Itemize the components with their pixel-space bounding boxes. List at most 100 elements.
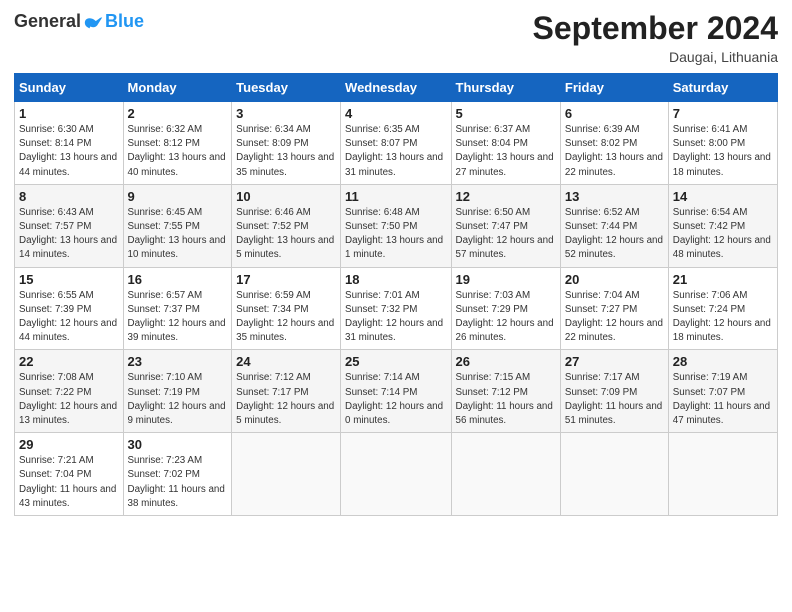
day-number: 28 [673, 354, 773, 369]
day-number: 5 [456, 106, 556, 121]
page: General Blue September 2024 Daugai, Lith… [0, 0, 792, 612]
day-info: Sunrise: 7:15 AMSunset: 7:12 PMDaylight:… [456, 372, 553, 426]
table-row: 13 Sunrise: 6:52 AMSunset: 7:44 PMDayligh… [560, 184, 668, 267]
day-info: Sunrise: 7:01 AMSunset: 7:32 PMDaylight:… [345, 290, 443, 344]
table-row: 16 Sunrise: 6:57 AMSunset: 7:37 PMDayligh… [123, 267, 232, 350]
day-number: 1 [19, 106, 119, 121]
day-info: Sunrise: 6:41 AMSunset: 8:00 PMDaylight:… [673, 124, 771, 178]
day-info: Sunrise: 7:04 AMSunset: 7:27 PMDaylight:… [565, 290, 663, 344]
day-number: 21 [673, 272, 773, 287]
day-number: 18 [345, 272, 446, 287]
table-row: 19 Sunrise: 7:03 AMSunset: 7:29 PMDayligh… [451, 267, 560, 350]
day-number: 22 [19, 354, 119, 369]
table-row [451, 433, 560, 516]
day-number: 3 [236, 106, 336, 121]
table-row: 20 Sunrise: 7:04 AMSunset: 7:27 PMDayligh… [560, 267, 668, 350]
logo-general: General [14, 11, 81, 32]
day-info: Sunrise: 7:08 AMSunset: 7:22 PMDaylight:… [19, 372, 117, 426]
day-number: 2 [128, 106, 228, 121]
day-info: Sunrise: 7:14 AMSunset: 7:14 PMDaylight:… [345, 372, 443, 426]
day-info: Sunrise: 6:39 AMSunset: 8:02 PMDaylight:… [565, 124, 663, 178]
day-number: 20 [565, 272, 664, 287]
day-info: Sunrise: 7:23 AMSunset: 7:02 PMDaylight:… [128, 455, 225, 509]
day-number: 25 [345, 354, 446, 369]
day-info: Sunrise: 6:54 AMSunset: 7:42 PMDaylight:… [673, 207, 771, 261]
table-row: 3 Sunrise: 6:34 AMSunset: 8:09 PMDaylight… [232, 102, 341, 185]
table-row: 2 Sunrise: 6:32 AMSunset: 8:12 PMDaylight… [123, 102, 232, 185]
day-number: 8 [19, 189, 119, 204]
table-row: 11 Sunrise: 6:48 AMSunset: 7:50 PMDayligh… [341, 184, 451, 267]
table-row: 30 Sunrise: 7:23 AMSunset: 7:02 PMDayligh… [123, 433, 232, 516]
table-row [232, 433, 341, 516]
day-info: Sunrise: 6:52 AMSunset: 7:44 PMDaylight:… [565, 207, 663, 261]
day-info: Sunrise: 6:50 AMSunset: 7:47 PMDaylight:… [456, 207, 554, 261]
table-row: 21 Sunrise: 7:06 AMSunset: 7:24 PMDayligh… [668, 267, 777, 350]
col-tuesday: Tuesday [232, 74, 341, 102]
table-row: 17 Sunrise: 6:59 AMSunset: 7:34 PMDayligh… [232, 267, 341, 350]
col-sunday: Sunday [15, 74, 124, 102]
table-row: 8 Sunrise: 6:43 AMSunset: 7:57 PMDaylight… [15, 184, 124, 267]
table-row: 6 Sunrise: 6:39 AMSunset: 8:02 PMDaylight… [560, 102, 668, 185]
day-info: Sunrise: 7:06 AMSunset: 7:24 PMDaylight:… [673, 290, 771, 344]
day-number: 13 [565, 189, 664, 204]
table-row: 22 Sunrise: 7:08 AMSunset: 7:22 PMDayligh… [15, 350, 124, 433]
day-info: Sunrise: 7:17 AMSunset: 7:09 PMDaylight:… [565, 372, 662, 426]
day-info: Sunrise: 7:03 AMSunset: 7:29 PMDaylight:… [456, 290, 554, 344]
logo-blue: Blue [105, 11, 144, 32]
col-monday: Monday [123, 74, 232, 102]
table-row: 25 Sunrise: 7:14 AMSunset: 7:14 PMDayligh… [341, 350, 451, 433]
table-row: 24 Sunrise: 7:12 AMSunset: 7:17 PMDayligh… [232, 350, 341, 433]
day-info: Sunrise: 6:57 AMSunset: 7:37 PMDaylight:… [128, 290, 226, 344]
logo-bird-icon [83, 10, 105, 32]
header: General Blue September 2024 Daugai, Lith… [14, 10, 778, 65]
day-info: Sunrise: 6:30 AMSunset: 8:14 PMDaylight:… [19, 124, 117, 178]
day-number: 14 [673, 189, 773, 204]
col-thursday: Thursday [451, 74, 560, 102]
day-info: Sunrise: 6:46 AMSunset: 7:52 PMDaylight:… [236, 207, 334, 261]
table-row: 18 Sunrise: 7:01 AMSunset: 7:32 PMDayligh… [341, 267, 451, 350]
table-row: 4 Sunrise: 6:35 AMSunset: 8:07 PMDaylight… [341, 102, 451, 185]
day-number: 6 [565, 106, 664, 121]
day-number: 30 [128, 437, 228, 452]
table-row: 26 Sunrise: 7:15 AMSunset: 7:12 PMDayligh… [451, 350, 560, 433]
day-number: 26 [456, 354, 556, 369]
day-number: 23 [128, 354, 228, 369]
table-row: 5 Sunrise: 6:37 AMSunset: 8:04 PMDaylight… [451, 102, 560, 185]
logo: General Blue [14, 10, 144, 32]
day-number: 10 [236, 189, 336, 204]
table-row: 27 Sunrise: 7:17 AMSunset: 7:09 PMDayligh… [560, 350, 668, 433]
day-number: 17 [236, 272, 336, 287]
table-row: 7Sunrise: 6:41 AMSunset: 8:00 PMDaylight… [668, 102, 777, 185]
day-info: Sunrise: 6:35 AMSunset: 8:07 PMDaylight:… [345, 124, 443, 178]
day-info: Sunrise: 6:55 AMSunset: 7:39 PMDaylight:… [19, 290, 117, 344]
day-number: 9 [128, 189, 228, 204]
day-number: 29 [19, 437, 119, 452]
day-number: 4 [345, 106, 446, 121]
day-number: 19 [456, 272, 556, 287]
day-info: Sunrise: 6:59 AMSunset: 7:34 PMDaylight:… [236, 290, 334, 344]
day-info: Sunrise: 6:34 AMSunset: 8:09 PMDaylight:… [236, 124, 334, 178]
day-info: Sunrise: 6:43 AMSunset: 7:57 PMDaylight:… [19, 207, 117, 261]
day-number: 16 [128, 272, 228, 287]
day-number: 27 [565, 354, 664, 369]
day-info: Sunrise: 6:37 AMSunset: 8:04 PMDaylight:… [456, 124, 554, 178]
day-number: 11 [345, 189, 446, 204]
day-info: Sunrise: 7:12 AMSunset: 7:17 PMDaylight:… [236, 372, 334, 426]
month-title: September 2024 [533, 10, 778, 47]
table-row: 29Sunrise: 7:21 AMSunset: 7:04 PMDayligh… [15, 433, 124, 516]
table-row: 10 Sunrise: 6:46 AMSunset: 7:52 PMDayligh… [232, 184, 341, 267]
day-info: Sunrise: 6:45 AMSunset: 7:55 PMDaylight:… [128, 207, 226, 261]
day-info: Sunrise: 6:48 AMSunset: 7:50 PMDaylight:… [345, 207, 443, 261]
title-block: September 2024 Daugai, Lithuania [533, 10, 778, 65]
table-row: 12Sunrise: 6:50 AMSunset: 7:47 PMDayligh… [451, 184, 560, 267]
day-info: Sunrise: 6:32 AMSunset: 8:12 PMDaylight:… [128, 124, 226, 178]
col-wednesday: Wednesday [341, 74, 451, 102]
table-row: 15Sunrise: 6:55 AMSunset: 7:39 PMDayligh… [15, 267, 124, 350]
table-row [341, 433, 451, 516]
calendar-table: Sunday Monday Tuesday Wednesday Thursday… [14, 73, 778, 516]
table-row: 1 Sunrise: 6:30 AMSunset: 8:14 PMDaylight… [15, 102, 124, 185]
col-friday: Friday [560, 74, 668, 102]
day-number: 24 [236, 354, 336, 369]
day-info: Sunrise: 7:19 AMSunset: 7:07 PMDaylight:… [673, 372, 770, 426]
day-info: Sunrise: 7:10 AMSunset: 7:19 PMDaylight:… [128, 372, 226, 426]
